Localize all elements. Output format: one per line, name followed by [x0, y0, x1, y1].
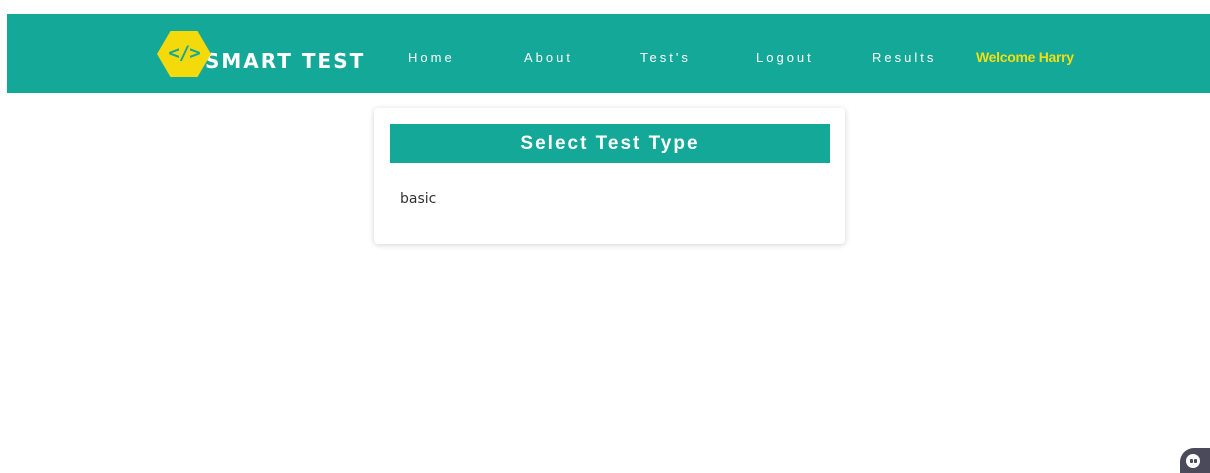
- chat-bot-icon: [1186, 454, 1200, 468]
- page: </> SMART TEST Home About Test's Logout …: [0, 0, 1210, 473]
- welcome-message: Welcome Harry: [976, 49, 1074, 65]
- select-test-card: Select Test Type basic: [374, 108, 845, 244]
- nav-tests-link[interactable]: Test's: [640, 50, 691, 65]
- brand-name: SMART TEST: [205, 49, 366, 73]
- navbar: </> SMART TEST Home About Test's Logout …: [7, 14, 1210, 93]
- chat-widget-button[interactable]: [1180, 448, 1210, 473]
- card-title: Select Test Type: [390, 124, 830, 163]
- nav-results-link[interactable]: Results: [872, 50, 936, 65]
- nav-home-link[interactable]: Home: [408, 50, 455, 65]
- nav-about-link[interactable]: About: [524, 50, 573, 65]
- code-brackets-icon: </>: [157, 31, 211, 77]
- logo-link[interactable]: </> SMART TEST: [157, 28, 365, 80]
- nav-logout-link[interactable]: Logout: [756, 50, 814, 65]
- test-type-option[interactable]: basic: [400, 191, 436, 207]
